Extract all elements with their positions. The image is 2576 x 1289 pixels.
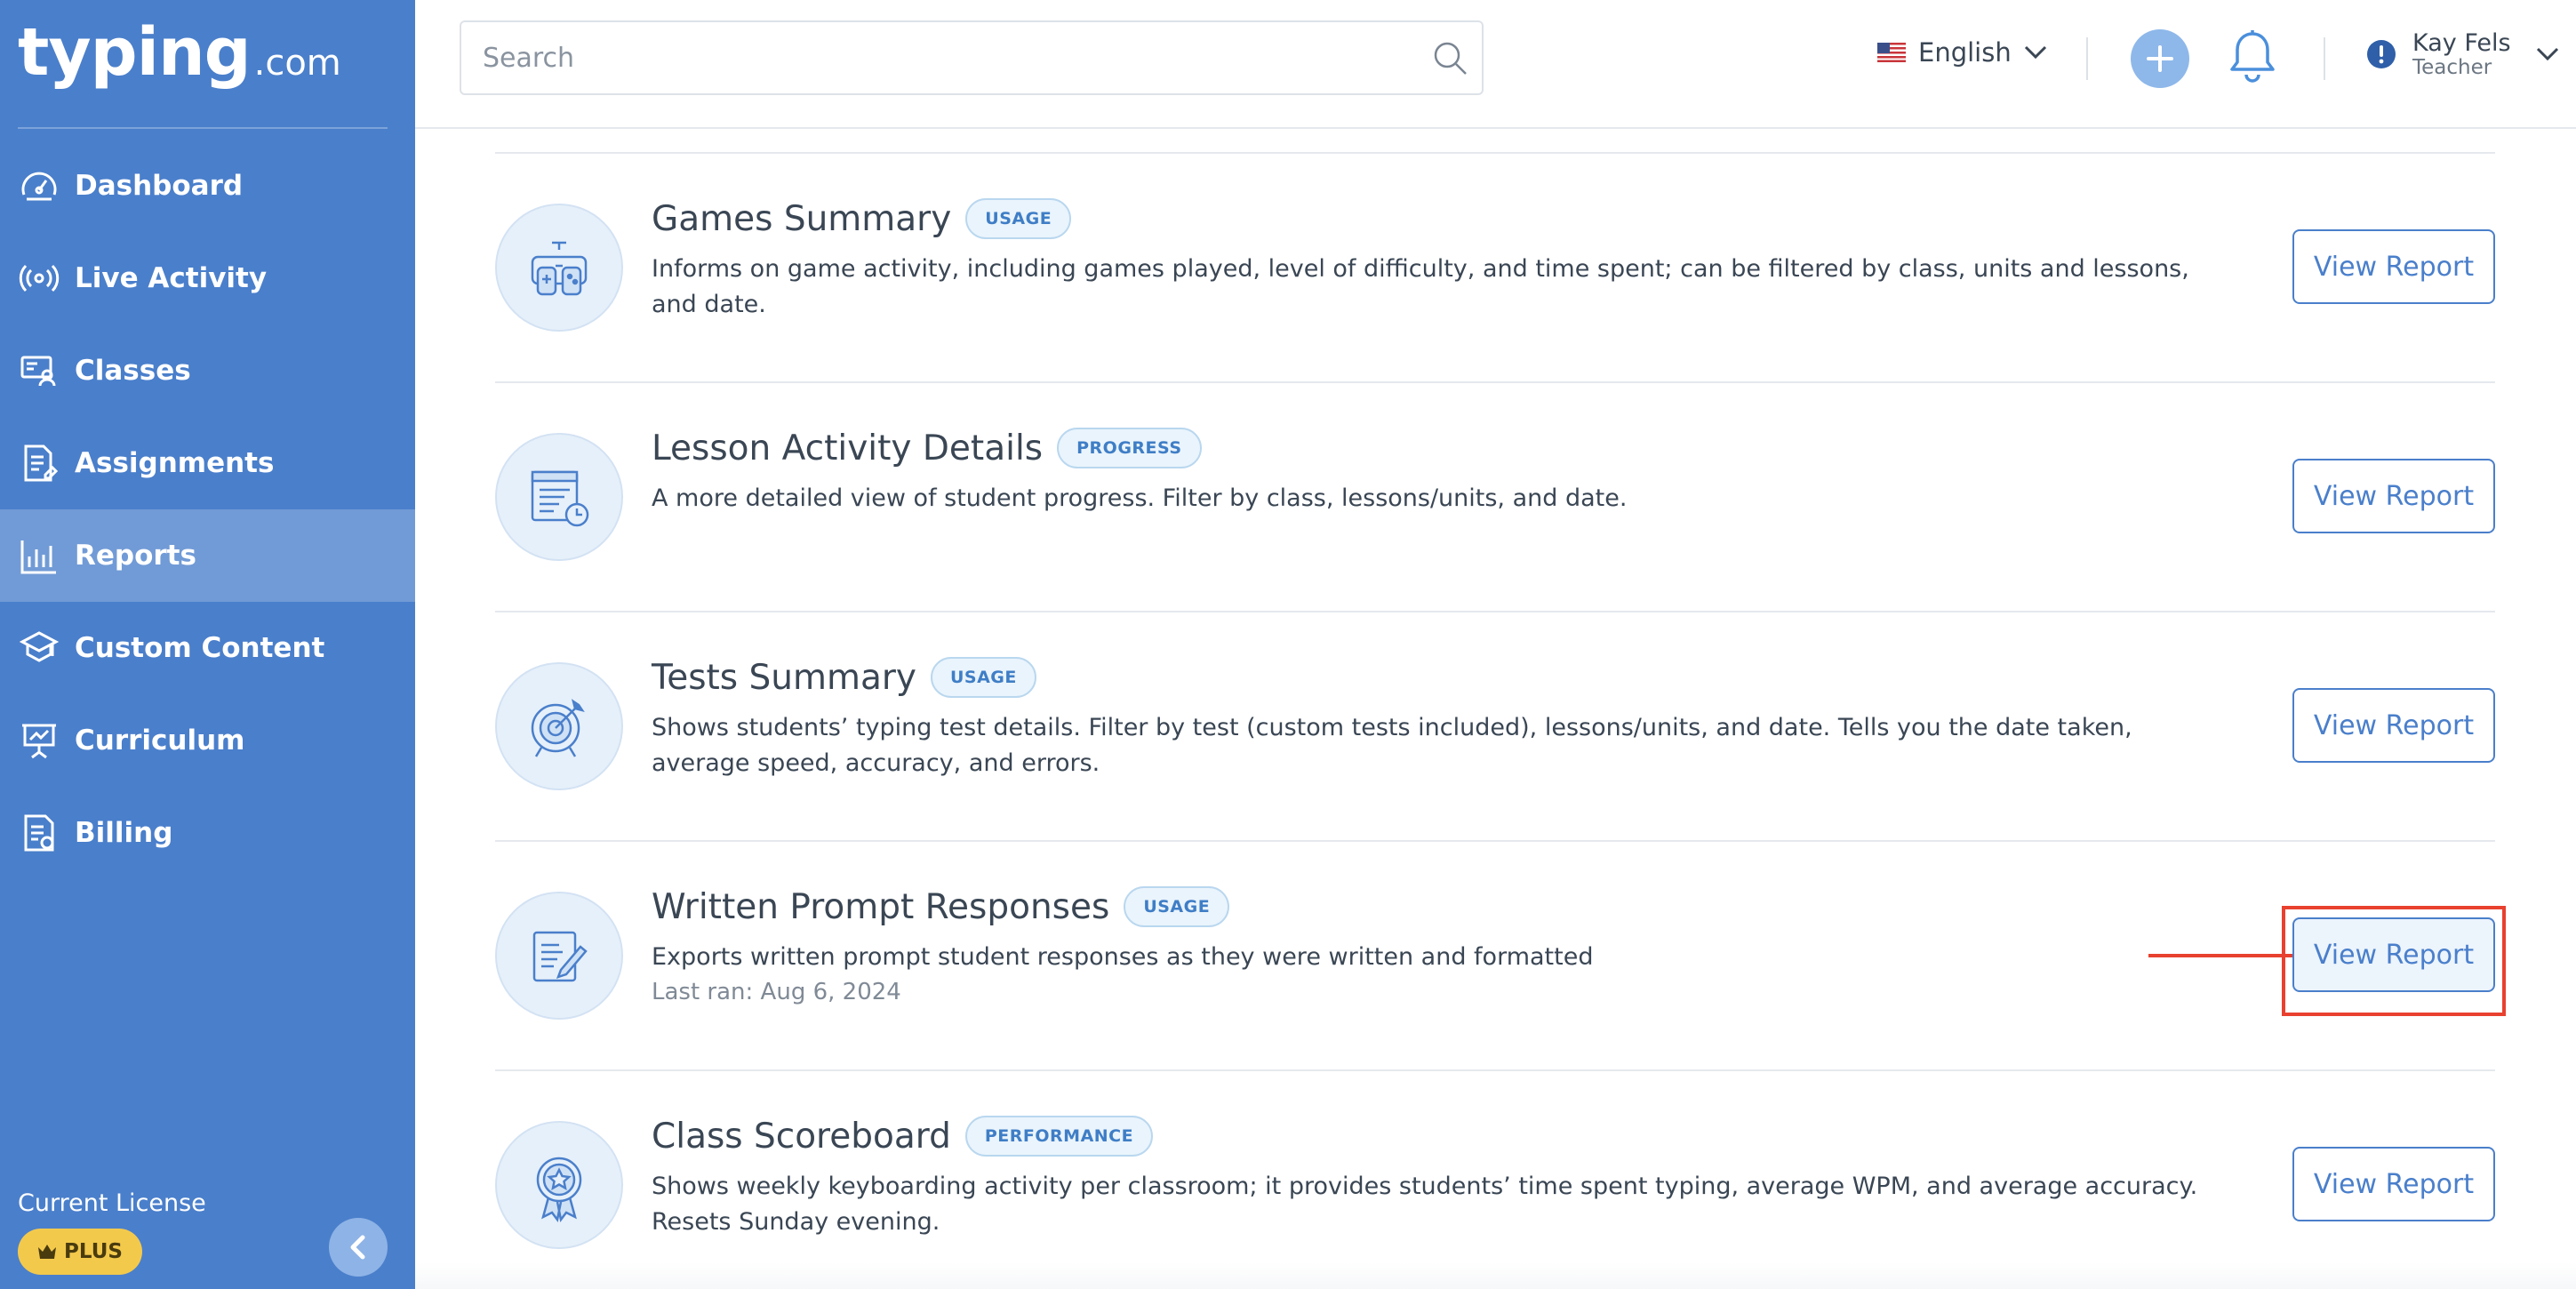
report-title: Written Prompt Responses [652,886,1110,927]
reports-icon [18,534,60,577]
report-badge: USAGE [930,657,1036,698]
dashboard-icon [18,164,60,207]
sidebar-item-dashboard[interactable]: Dashboard [0,140,415,232]
alert-icon [2367,40,2396,69]
search-box [460,20,1484,95]
sidebar-item-label: Curriculum [75,725,245,757]
license-plus-badge: PLUS [18,1229,142,1275]
sidebar-item-assignments[interactable]: Assignments [0,417,415,509]
classes-icon [18,349,60,392]
sidebar-item-label: Classes [75,355,191,387]
live-activity-icon [18,257,60,300]
current-license-label: Current License [18,1189,206,1217]
header-divider [2324,37,2325,80]
header-divider [2086,37,2088,80]
user-name: Kay Fels [2412,29,2511,57]
report-description: Exports written prompt student responses… [652,943,1594,971]
add-button[interactable] [2131,29,2189,88]
sidebar-item-label: Dashboard [75,170,244,202]
view-report-button[interactable]: View Report [2292,1147,2495,1221]
sidebar-item-live-activity[interactable]: Live Activity [0,232,415,324]
report-description: A more detailed view of student progress… [652,484,1628,512]
report-badge: USAGE [1124,886,1230,927]
report-last-ran: Last ran: Aug 6, 2024 [652,979,901,1005]
view-report-button[interactable]: View Report [2292,688,2495,763]
target-icon [495,662,623,790]
report-row-games-summary: Games Summary USAGE Informs on game acti… [495,154,2495,383]
view-report-button[interactable]: View Report [2292,459,2495,533]
curriculum-icon [18,719,60,762]
sidebar-item-billing[interactable]: Billing [0,787,415,879]
plus-icon [2147,45,2173,72]
award-ribbon-icon [495,1121,623,1249]
view-report-button[interactable]: View Report [2292,229,2495,304]
report-badge: PERFORMANCE [964,1116,1154,1157]
report-row-class-scoreboard: Class Scoreboard PERFORMANCE Shows weekl… [495,1071,2495,1289]
assignments-icon [18,442,60,484]
report-description: Shows students’ typing test details. Fil… [652,714,2132,777]
search-icon[interactable] [1430,38,1469,81]
sidebar-item-label: Custom Content [75,632,325,664]
user-role: Teacher [2412,55,2492,79]
lesson-clock-icon [495,433,623,561]
chevron-left-icon [350,1235,365,1260]
sidebar-item-label: Reports [75,540,196,572]
annotation-highlight-box [2282,906,2506,1016]
sidebar-nav: Dashboard Live Activity Classes Assignme… [0,140,415,879]
sidebar-item-label: Billing [75,817,173,849]
billing-icon [18,812,60,854]
license-tier: PLUS [64,1240,123,1263]
typing-logo[interactable]: typing .com [18,20,341,85]
search-input[interactable] [483,42,1407,74]
sidebar-item-classes[interactable]: Classes [0,324,415,417]
chevron-down-icon [2024,45,2046,60]
sidebar: typing .com Dashboard Live Activity Clas… [0,0,415,1289]
reports-list: Games Summary USAGE Informs on game acti… [415,129,2576,1289]
sidebar-item-label: Assignments [75,447,275,479]
report-badge: PROGRESS [1057,428,1202,468]
notifications-button[interactable] [2227,28,2278,89]
sidebar-item-custom-content[interactable]: Custom Content [0,602,415,694]
report-title: Tests Summary [652,657,916,698]
report-title: Class Scoreboard [652,1116,951,1157]
top-header: English Kay Fels Teacher [415,0,2576,129]
collapse-sidebar-button[interactable] [329,1218,388,1277]
crown-icon [38,1245,57,1259]
report-title: Games Summary [652,198,952,239]
language-selector[interactable]: English [1877,37,2047,68]
bell-icon [2230,30,2275,83]
report-row-written-prompt-responses: Written Prompt Responses USAGE Exports w… [495,842,2506,1071]
us-flag-icon [1877,43,1906,62]
logo-wordmark: typing [18,14,252,91]
sidebar-item-label: Live Activity [75,262,268,294]
report-title: Lesson Activity Details [652,428,1044,468]
report-description: Shows weekly keyboarding activity per cl… [652,1173,2198,1236]
gamepad-icon [495,204,623,332]
sidebar-item-curriculum[interactable]: Curriculum [0,694,415,787]
sidebar-item-reports[interactable]: Reports [0,509,415,602]
document-pen-icon [495,892,623,1020]
user-menu[interactable]: Kay Fels Teacher [2366,30,2559,79]
chevron-down-icon [2536,48,2558,61]
language-label: English [1918,37,2012,68]
report-description: Informs on game activity, including game… [652,255,2189,318]
custom-content-icon [18,627,60,669]
logo-suffix: .com [253,43,341,84]
sidebar-divider [18,127,388,129]
report-badge: USAGE [965,198,1072,239]
report-row-tests-summary: Tests Summary USAGE Shows students’ typi… [495,612,2495,842]
report-row-lesson-activity-details: Lesson Activity Details PROGRESS A more … [495,383,2495,612]
